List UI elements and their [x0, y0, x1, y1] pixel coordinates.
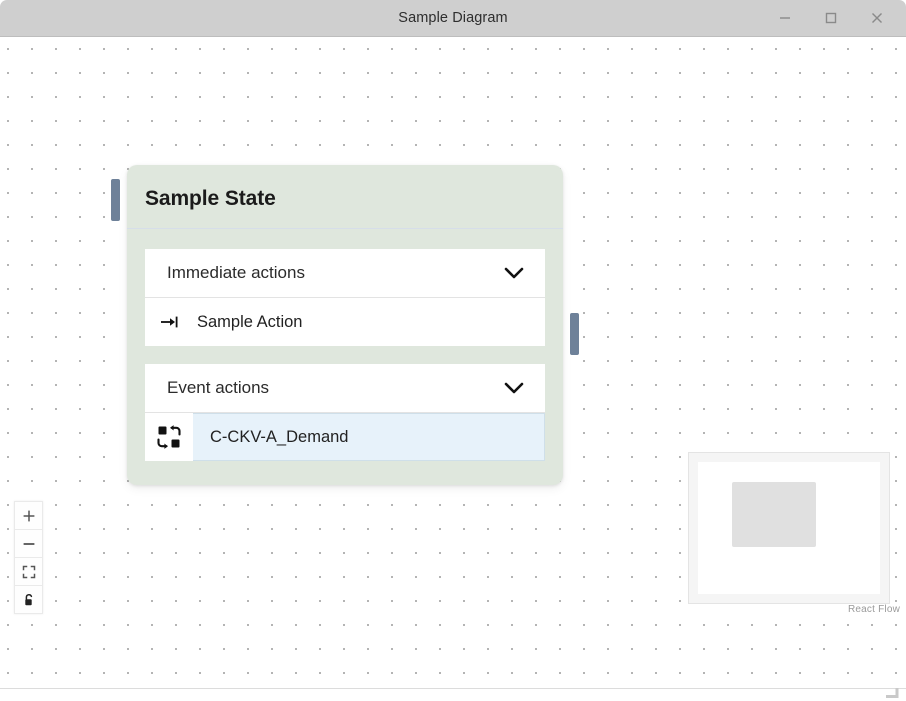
fit-view-icon: [22, 565, 35, 578]
zoom-in-button[interactable]: [15, 502, 42, 530]
section-header-event-actions[interactable]: Event actions: [145, 364, 545, 414]
window-controls: [764, 0, 898, 36]
close-button[interactable]: [856, 2, 898, 34]
zoom-out-button[interactable]: [15, 530, 42, 558]
minus-icon: [23, 542, 34, 545]
chevron-down-icon[interactable]: [499, 263, 529, 283]
flow-canvas[interactable]: Sample State Immediate actions Sample Ac…: [0, 37, 906, 689]
app-window: Sample Diagram Sample State Immediate ac…: [0, 0, 906, 701]
section-event-actions: Event actions C-CKV-A_Demand: [145, 364, 545, 462]
lock-button[interactable]: [15, 586, 42, 613]
node-handle-source[interactable]: [570, 313, 579, 355]
section-label: Immediate actions: [167, 263, 305, 283]
close-icon: [872, 13, 882, 23]
section-header-immediate-actions[interactable]: Immediate actions: [145, 249, 545, 299]
window-title: Sample Diagram: [398, 9, 508, 26]
section-immediate-actions: Immediate actions Sample Action: [145, 249, 545, 347]
maximize-button[interactable]: [810, 2, 852, 34]
node-title: Sample State: [145, 187, 276, 210]
fit-view-button[interactable]: [15, 558, 42, 586]
node-handle-target[interactable]: [111, 179, 120, 221]
maximize-icon: [825, 12, 837, 24]
event-row-c-ckv-a-demand[interactable]: C-CKV-A_Demand: [145, 413, 545, 462]
chevron-down-icon[interactable]: [499, 378, 529, 398]
unlock-icon: [24, 593, 32, 605]
state-node[interactable]: Sample State Immediate actions Sample Ac…: [111, 165, 579, 486]
action-row-sample-action[interactable]: Sample Action: [145, 298, 545, 347]
node-body: Immediate actions Sample Action Event ac…: [127, 229, 563, 485]
minimap-viewport: [698, 462, 880, 594]
action-row-label: Sample Action: [197, 312, 303, 331]
window-footer: [0, 687, 906, 701]
node-header: Sample State: [127, 165, 563, 230]
minimize-button[interactable]: [764, 2, 806, 34]
arrow-to-bar-icon: [145, 298, 193, 347]
plus-icon: [23, 510, 34, 521]
transition-swap-icon: [145, 413, 193, 462]
window-titlebar[interactable]: Sample Diagram: [0, 0, 906, 37]
event-row-body[interactable]: C-CKV-A_Demand: [193, 413, 545, 462]
minimap-node: [732, 482, 816, 547]
react-flow-attribution[interactable]: React Flow: [848, 604, 900, 615]
event-row-label: C-CKV-A_Demand: [210, 427, 349, 446]
flow-controls: [14, 501, 43, 614]
section-label: Event actions: [167, 378, 270, 398]
flow-minimap[interactable]: [688, 452, 890, 604]
minimize-icon: [780, 17, 790, 19]
resize-grip-icon[interactable]: [884, 687, 900, 699]
